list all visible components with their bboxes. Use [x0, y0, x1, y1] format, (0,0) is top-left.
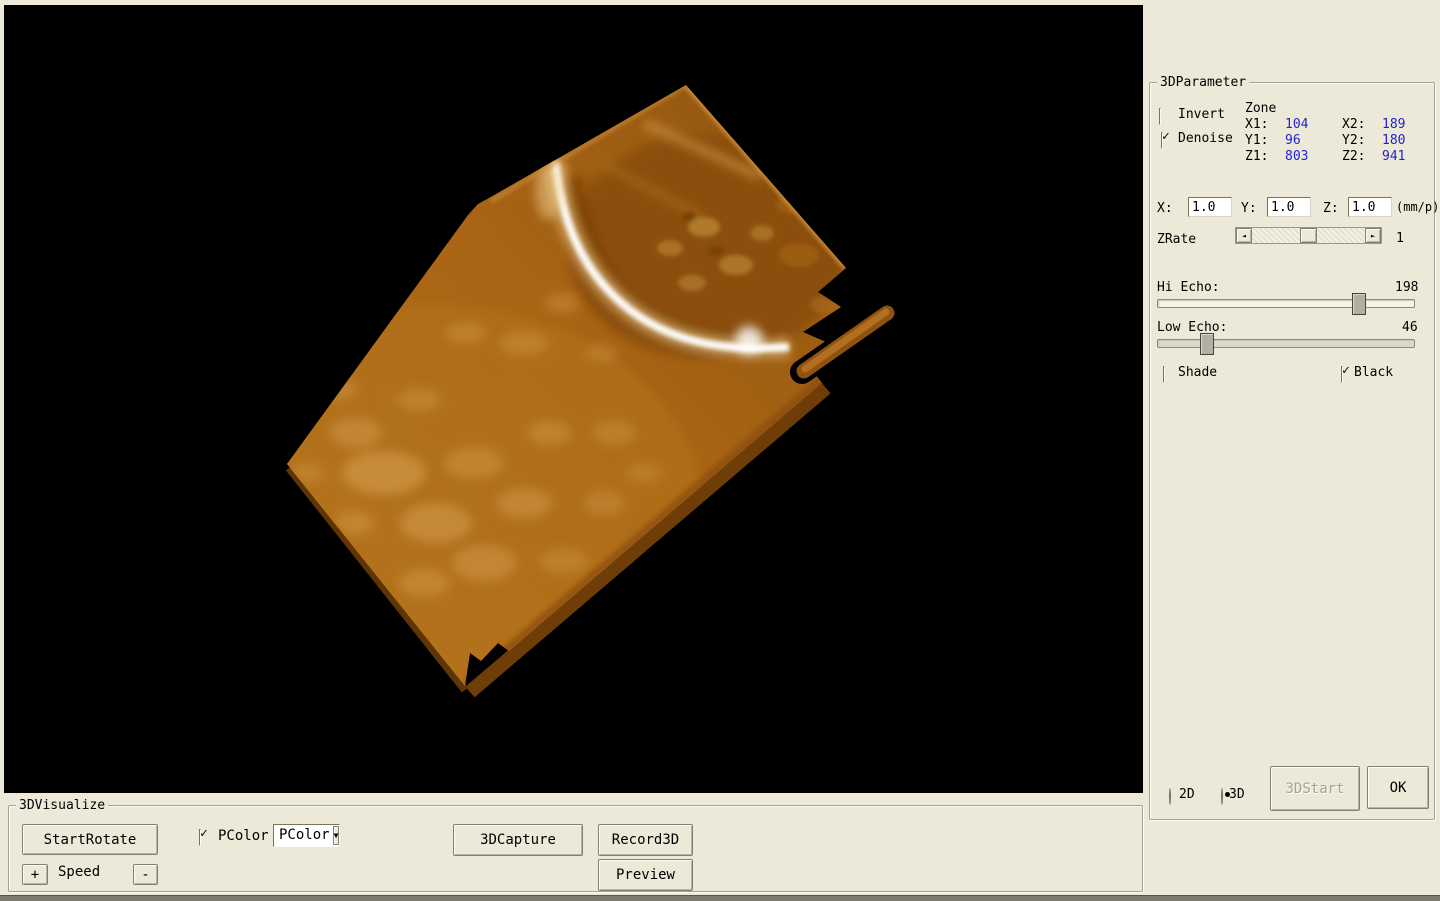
3dcapture-button[interactable]: 3DCapture [453, 824, 583, 856]
denoise-label: Denoise [1178, 132, 1233, 146]
black-checkbox[interactable] [1341, 366, 1343, 383]
zone-z1-value: 803 [1285, 149, 1308, 164]
speed-label: Speed [58, 865, 100, 879]
low-echo-slider-track[interactable] [1157, 339, 1415, 348]
start-rotate-button[interactable]: StartRotate [22, 824, 158, 855]
mode-3d-label: 3D [1229, 788, 1245, 802]
mode-3d-radio[interactable] [1221, 788, 1223, 805]
record3d-button[interactable]: Record3D [598, 824, 693, 856]
black-label: Black [1354, 366, 1393, 380]
low-echo-label: Low Echo: [1157, 320, 1227, 335]
visualize-groupbox: 3DVisualize StartRotate PColor PColor ▼ … [8, 805, 1143, 892]
parameter-groupbox-title: 3DParameter [1157, 75, 1249, 90]
ok-button[interactable]: OK [1367, 766, 1429, 809]
hi-echo-slider-track[interactable] [1157, 299, 1415, 308]
parameter-groupbox: 3DParameter Invert Denoise Zone X1: 104 … [1149, 82, 1435, 820]
pcolor-label: PColor [218, 829, 269, 843]
zone-y1-label: Y1: [1245, 133, 1268, 148]
scale-unit-label: (mm/p) [1396, 200, 1439, 214]
zone-y2-value: 180 [1382, 133, 1405, 148]
zrate-scrollbar[interactable]: ◄ ► [1235, 227, 1382, 244]
pcolor-dropdown-button[interactable]: ▼ [333, 826, 340, 845]
arrow-right-icon: ► [1371, 232, 1375, 240]
mode-2d-radio[interactable] [1169, 788, 1171, 805]
zone-x1-label: X1: [1245, 117, 1268, 132]
zone-z2-value: 941 [1382, 149, 1405, 164]
speed-minus-button[interactable]: - [133, 864, 158, 885]
zone-title: Zone [1245, 101, 1276, 116]
hi-echo-label: Hi Echo: [1157, 280, 1220, 295]
invert-label: Invert [1178, 108, 1225, 122]
zone-y2-label: Y2: [1342, 133, 1365, 148]
visualize-groupbox-title: 3DVisualize [16, 798, 108, 813]
mode-2d-label: 2D [1179, 788, 1195, 802]
ultrasound-volume-render [4, 5, 1143, 793]
scale-x-label: X: [1157, 201, 1173, 216]
scale-z-label: Z: [1323, 201, 1339, 216]
scale-z-input[interactable] [1348, 197, 1392, 217]
render-viewport[interactable] [4, 5, 1143, 793]
zone-y1-value: 96 [1285, 133, 1301, 148]
arrow-left-icon: ◄ [1242, 232, 1246, 240]
pcolor-checkbox[interactable] [199, 829, 201, 846]
scale-y-input[interactable] [1267, 197, 1311, 217]
zone-z1-label: Z1: [1245, 149, 1268, 164]
zone-z2-label: Z2: [1342, 149, 1365, 164]
zone-x1-value: 104 [1285, 117, 1308, 132]
zone-x2-value: 189 [1382, 117, 1405, 132]
shade-checkbox[interactable] [1163, 366, 1165, 383]
low-echo-slider-thumb[interactable] [1200, 333, 1214, 355]
pcolor-dropdown[interactable]: PColor ▼ [273, 824, 340, 847]
scale-x-input[interactable] [1188, 197, 1232, 217]
pcolor-dropdown-value: PColor [274, 825, 332, 846]
zrate-label: ZRate [1157, 232, 1196, 247]
scale-y-label: Y: [1241, 201, 1257, 216]
invert-checkbox[interactable] [1159, 108, 1161, 125]
speed-plus-button[interactable]: + [22, 864, 48, 885]
zrate-value: 1 [1396, 231, 1404, 246]
3dstart-button[interactable]: 3DStart [1270, 766, 1360, 811]
window-bottom-edge [0, 895, 1440, 901]
zone-x2-label: X2: [1342, 117, 1365, 132]
zrate-scroll-left-button[interactable]: ◄ [1236, 228, 1252, 243]
low-echo-value: 46 [1402, 320, 1418, 335]
shade-label: Shade [1178, 366, 1217, 380]
zrate-scroll-right-button[interactable]: ► [1365, 228, 1381, 243]
chevron-down-icon: ▼ [334, 831, 339, 840]
preview-button[interactable]: Preview [598, 859, 693, 891]
hi-echo-value: 198 [1395, 280, 1418, 295]
denoise-checkbox[interactable] [1161, 132, 1163, 149]
hi-echo-slider-thumb[interactable] [1352, 293, 1366, 315]
zrate-scrollbar-thumb[interactable] [1300, 228, 1317, 243]
